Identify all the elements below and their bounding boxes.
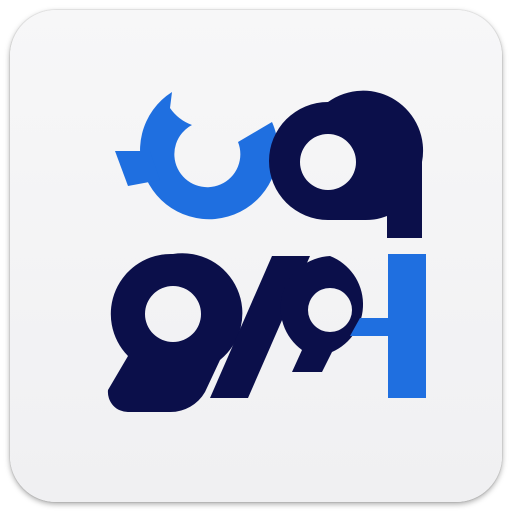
- navy-glyph-top-right: [269, 90, 424, 238]
- logo-mark-icon: [107, 90, 426, 413]
- blue-vertical-bar: [388, 254, 426, 398]
- app-icon-tile[interactable]: [10, 10, 502, 502]
- blue-ring-shape: [140, 92, 279, 220]
- icon-stage: [0, 0, 512, 512]
